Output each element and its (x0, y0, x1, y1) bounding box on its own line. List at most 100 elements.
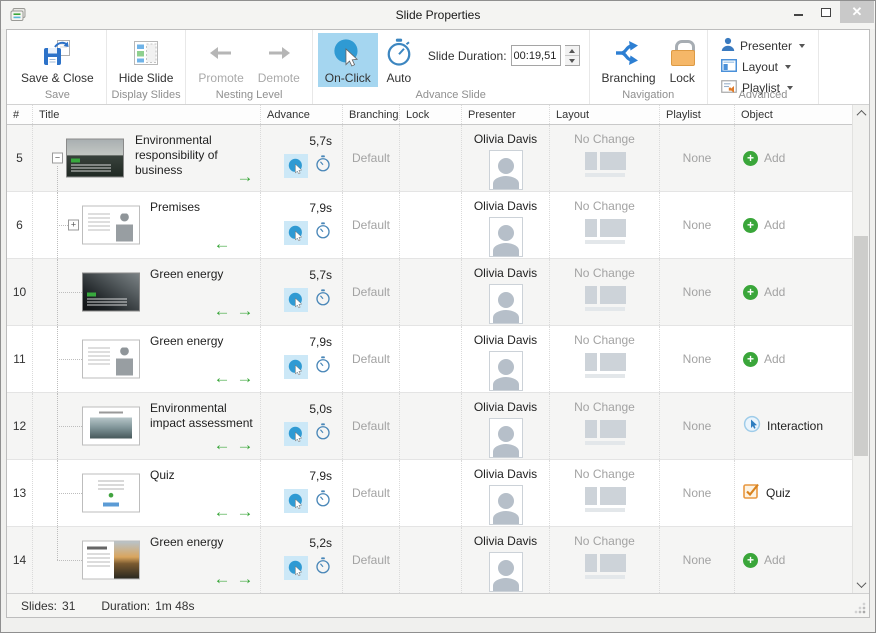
lock-cell[interactable] (399, 326, 461, 392)
column-header-object[interactable]: Object (734, 105, 852, 124)
auto-advance-toggle[interactable] (314, 356, 332, 379)
branching-cell[interactable]: Default (342, 326, 399, 392)
slide-title-cell[interactable]: +Premises← (32, 192, 260, 258)
move-right-arrow[interactable]: → (236, 169, 254, 185)
column-header-layout[interactable]: Layout (549, 105, 659, 124)
move-right-arrow[interactable]: → (236, 504, 254, 520)
object-cell[interactable]: Quiz (734, 460, 852, 526)
slide-title-cell[interactable]: −Environmental responsibility of busines… (32, 125, 260, 191)
table-row[interactable]: 6+Premises←7,9sDefaultOlivia DavisNo Cha… (7, 192, 852, 259)
column-header-presenter[interactable]: Presenter (461, 105, 549, 124)
on-click-toggle[interactable] (284, 422, 308, 446)
resize-grip[interactable] (854, 602, 866, 614)
auto-button[interactable]: Auto (378, 33, 420, 87)
auto-advance-toggle[interactable] (314, 490, 332, 513)
layout-cell[interactable]: No Change (549, 527, 659, 593)
lock-button[interactable]: Lock (663, 33, 702, 87)
column-header-advance[interactable]: Advance (260, 105, 342, 124)
playlist-cell[interactable]: None (659, 259, 734, 325)
branching-cell[interactable]: Default (342, 393, 399, 459)
on-click-button[interactable]: On-Click (318, 33, 378, 87)
lock-cell[interactable] (399, 259, 461, 325)
slide-thumbnail[interactable] (82, 474, 140, 513)
move-right-arrow[interactable]: → (236, 370, 254, 386)
lock-cell[interactable] (399, 460, 461, 526)
layout-cell[interactable]: No Change (549, 460, 659, 526)
move-left-arrow[interactable]: ← (213, 571, 231, 587)
table-row[interactable]: 14Green energy←→5,2sDefaultOlivia DavisN… (7, 527, 852, 593)
branching-cell[interactable]: Default (342, 259, 399, 325)
promote-button[interactable]: Promote (191, 33, 250, 87)
move-left-arrow[interactable]: ← (213, 303, 231, 319)
lock-cell[interactable] (399, 527, 461, 593)
add-object-icon[interactable]: + (743, 218, 758, 233)
close-button[interactable]: ✕ (840, 1, 874, 23)
presenter-cell[interactable]: Olivia Davis (461, 326, 549, 392)
layout-dropdown[interactable]: Layout (719, 58, 807, 76)
lock-cell[interactable] (399, 192, 461, 258)
slide-thumbnail[interactable] (82, 407, 140, 446)
presenter-cell[interactable]: Olivia Davis (461, 393, 549, 459)
scroll-down-button[interactable] (853, 576, 869, 593)
add-object-icon[interactable]: + (743, 151, 758, 166)
add-object-icon[interactable]: + (743, 553, 758, 568)
demote-button[interactable]: Demote (251, 33, 307, 87)
on-click-toggle[interactable] (284, 556, 308, 580)
branching-cell[interactable]: Default (342, 192, 399, 258)
branching-cell[interactable]: Default (342, 460, 399, 526)
save-close-button[interactable]: Save & Close (14, 33, 101, 87)
add-object-icon[interactable]: + (743, 285, 758, 300)
layout-cell[interactable]: No Change (549, 192, 659, 258)
auto-advance-toggle[interactable] (314, 423, 332, 446)
playlist-cell[interactable]: None (659, 460, 734, 526)
expand-toggle[interactable]: + (68, 220, 79, 231)
layout-cell[interactable]: No Change (549, 326, 659, 392)
playlist-cell[interactable]: None (659, 192, 734, 258)
maximize-button[interactable] (812, 1, 840, 23)
slide-thumbnail[interactable] (82, 541, 140, 580)
on-click-toggle[interactable] (284, 288, 308, 312)
spinner-up-button[interactable] (565, 46, 579, 55)
object-cell[interactable]: +Add (734, 192, 852, 258)
table-row[interactable]: 13Quiz←→7,9sDefaultOlivia DavisNo Change… (7, 460, 852, 527)
slide-title-cell[interactable]: Quiz←→ (32, 460, 260, 526)
column-header-title[interactable]: Title (32, 105, 260, 124)
slide-title-cell[interactable]: Green energy←→ (32, 326, 260, 392)
move-left-arrow[interactable]: ← (213, 370, 231, 386)
auto-advance-toggle[interactable] (314, 222, 332, 245)
on-click-toggle[interactable] (284, 355, 308, 379)
column-header-number[interactable]: # (7, 105, 32, 124)
playlist-cell[interactable]: None (659, 326, 734, 392)
on-click-toggle[interactable] (284, 154, 308, 178)
slide-thumbnail[interactable] (82, 206, 140, 245)
move-right-arrow[interactable]: → (236, 571, 254, 587)
on-click-toggle[interactable] (284, 489, 308, 513)
layout-cell[interactable]: No Change (549, 259, 659, 325)
lock-cell[interactable] (399, 393, 461, 459)
layout-cell[interactable]: No Change (549, 393, 659, 459)
move-left-arrow[interactable]: ← (213, 437, 231, 453)
auto-advance-toggle[interactable] (314, 557, 332, 580)
on-click-toggle[interactable] (284, 221, 308, 245)
move-right-arrow[interactable]: → (236, 303, 254, 319)
layout-cell[interactable]: No Change (549, 125, 659, 191)
hide-slide-button[interactable]: Hide Slide (112, 33, 181, 87)
table-row[interactable]: 12Environmental impact assessment←→5,0sD… (7, 393, 852, 460)
column-header-lock[interactable]: Lock (399, 105, 461, 124)
spinner-down-button[interactable] (565, 55, 579, 65)
branching-cell[interactable]: Default (342, 125, 399, 191)
minimize-button[interactable] (784, 1, 812, 23)
presenter-cell[interactable]: Olivia Davis (461, 125, 549, 191)
move-left-arrow[interactable]: ← (213, 504, 231, 520)
presenter-cell[interactable]: Olivia Davis (461, 527, 549, 593)
table-row[interactable]: 11Green energy←→7,9sDefaultOlivia DavisN… (7, 326, 852, 393)
branching-button[interactable]: Branching (595, 33, 663, 87)
table-row[interactable]: 5−Environmental responsibility of busine… (7, 125, 852, 192)
slide-thumbnail[interactable] (82, 273, 140, 312)
collapse-toggle[interactable]: − (52, 153, 63, 164)
scrollbar-thumb[interactable] (854, 236, 868, 456)
table-row[interactable]: 10Green energy←→5,7sDefaultOlivia DavisN… (7, 259, 852, 326)
presenter-cell[interactable]: Olivia Davis (461, 192, 549, 258)
slide-duration-input[interactable] (511, 45, 561, 66)
slide-title-cell[interactable]: Environmental impact assessment←→ (32, 393, 260, 459)
